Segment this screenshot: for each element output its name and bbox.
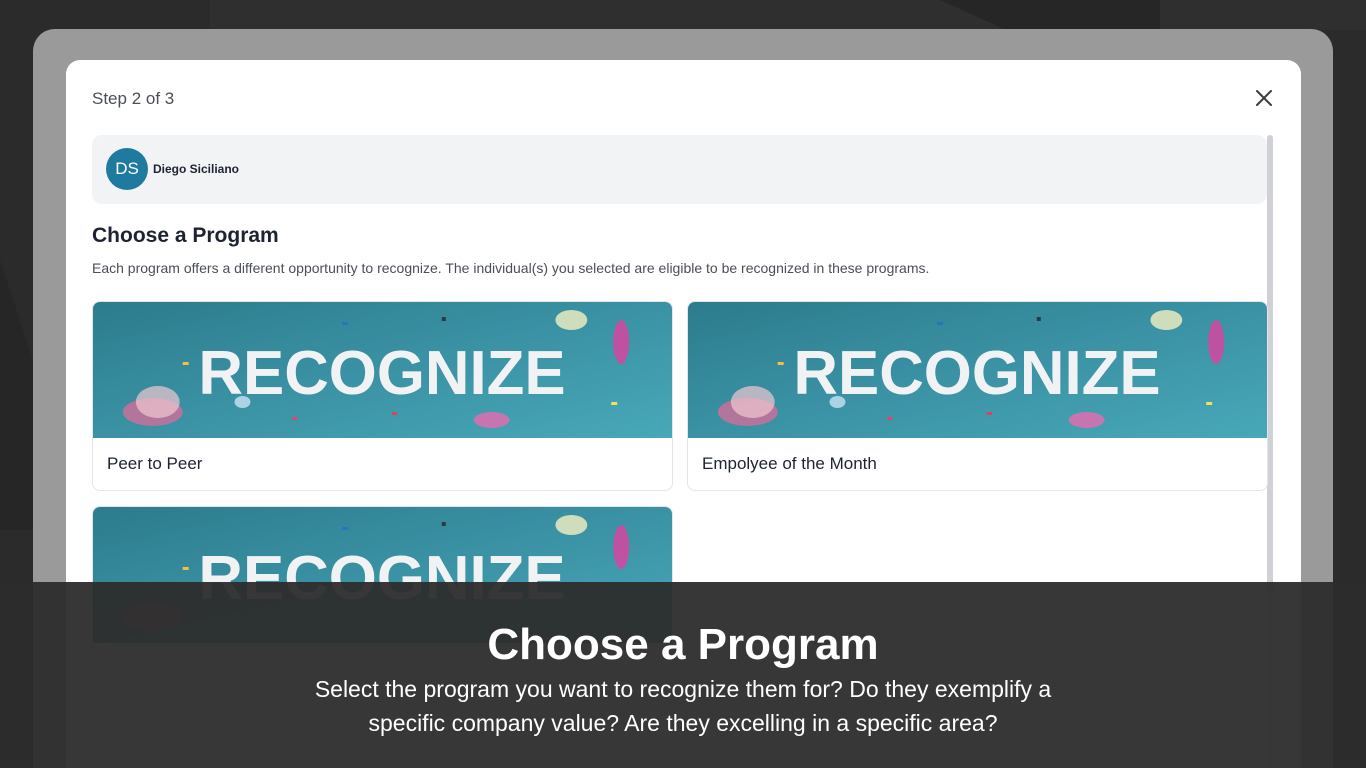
caption-title: Choose a Program [487, 620, 879, 669]
close-icon [1256, 90, 1272, 106]
step-indicator: Step 2 of 3 [92, 89, 175, 108]
banner-text: RECOGNIZE [793, 339, 1160, 408]
program-banner-image: RECOGNIZE [688, 302, 1267, 438]
tutorial-caption-overlay: Choose a Program Select the program you … [0, 582, 1366, 768]
selected-recipient: DS Diego Siciliano [92, 135, 1267, 204]
section-title: Choose a Program [92, 224, 279, 247]
avatar: DS [106, 148, 148, 190]
background-panel [210, 0, 1366, 30]
close-button[interactable] [1252, 86, 1276, 110]
caption-body: Select the program you want to recognize… [314, 676, 1052, 736]
banner-text: RECOGNIZE [198, 339, 565, 408]
section-description: Each program offers a different opportun… [92, 260, 930, 276]
program-card-peer-to-peer[interactable]: RECOGNIZE Peer to Peer [92, 301, 673, 491]
program-card-employee-of-the-month[interactable]: RECOGNIZE Empolyee of the Month [687, 301, 1268, 491]
program-banner-image: RECOGNIZE [93, 302, 672, 438]
program-label: Empolyee of the Month [702, 454, 877, 473]
recipient-name: Diego Siciliano [153, 162, 240, 176]
program-label: Peer to Peer [107, 454, 203, 473]
